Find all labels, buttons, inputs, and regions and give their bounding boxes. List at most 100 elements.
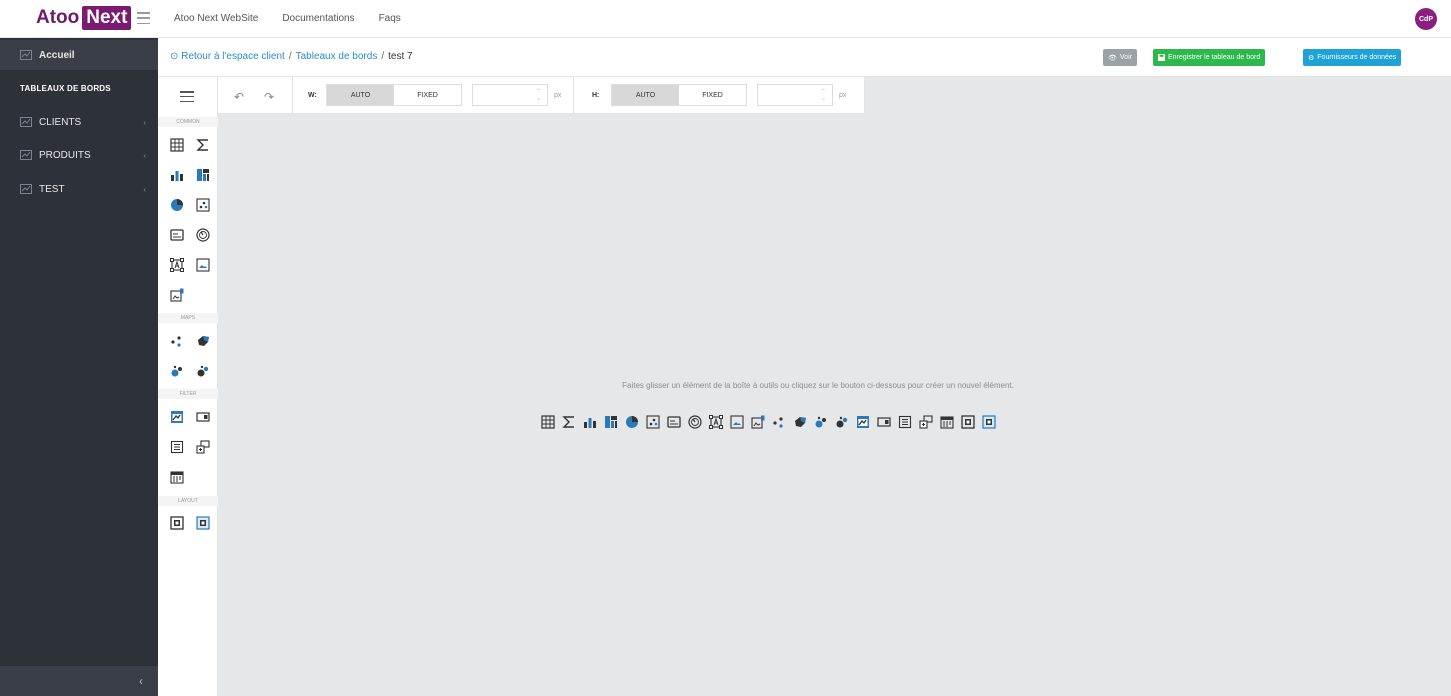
width-fixed-option[interactable]: FIXED	[394, 85, 461, 105]
toolbox-section-filter: FILTER	[158, 389, 218, 399]
sidebar-collapse-button[interactable]: ‹	[0, 666, 158, 696]
range-filter-icon[interactable]	[855, 414, 871, 430]
breadcrumb-back-link[interactable]: ⊙ Retour à l'espace client	[170, 51, 285, 62]
width-label: W:	[308, 92, 317, 99]
user-avatar[interactable]: CdP	[1415, 8, 1437, 30]
combo-box-icon[interactable]	[876, 414, 892, 430]
dashboard-icon	[20, 150, 33, 160]
bound-image-icon[interactable]	[750, 414, 766, 430]
data-providers-button[interactable]: ⚙ Fournisseurs de données	[1303, 49, 1402, 66]
breadcrumb-separator: /	[381, 51, 385, 62]
scatter-chart-icon[interactable]	[645, 414, 661, 430]
canvas-hint-text: Faites glisser un élément de la boîte à …	[622, 381, 1014, 390]
grid-icon[interactable]	[540, 414, 556, 430]
geo-point-map-icon[interactable]	[771, 414, 787, 430]
toolbox-menu-icon[interactable]	[180, 91, 194, 102]
save-dashboard-label: Enregistrer le tableau de bord	[1168, 54, 1261, 61]
top-nav-links: Atoo Next WebSite Documentations Faqs	[174, 13, 401, 24]
pie-chart-icon[interactable]	[624, 414, 640, 430]
width-unit: px	[554, 92, 562, 99]
choropleth-map-icon[interactable]	[195, 333, 211, 349]
bound-image-icon[interactable]	[169, 287, 185, 303]
grid-icon[interactable]	[169, 137, 185, 153]
breadcrumb-separator: /	[288, 51, 292, 62]
combo-box-icon[interactable]	[195, 409, 211, 425]
height-auto-option[interactable]: AUTO	[612, 85, 679, 105]
bubble-map-icon[interactable]	[169, 363, 185, 379]
tree-view-icon[interactable]	[195, 439, 211, 455]
range-filter-icon[interactable]	[169, 409, 185, 425]
width-input[interactable]: ⌃ ⌄	[472, 84, 548, 106]
height-mode-toggle: AUTO FIXED	[611, 84, 747, 106]
choropleth-map-icon[interactable]	[792, 414, 808, 430]
sidebar-item-label: PRODUITS	[39, 149, 91, 161]
scatter-chart-icon[interactable]	[195, 197, 211, 213]
spinner-icon[interactable]: ⌃ ⌄	[821, 89, 826, 103]
create-item-icon-row	[540, 414, 997, 430]
breadcrumb-dashboards-link[interactable]: Tableaux de bords	[296, 51, 378, 62]
sidebar-item-produits[interactable]: PRODUITS ‹	[0, 140, 158, 170]
treemap-icon[interactable]	[603, 414, 619, 430]
nav-link-documentations[interactable]: Documentations	[282, 13, 354, 24]
view-button-label: Voir	[1119, 54, 1132, 61]
chevron-left-icon: ‹	[139, 674, 143, 688]
dashboard-icon	[20, 50, 33, 60]
pie-map-icon[interactable]	[834, 414, 850, 430]
spinner-icon[interactable]: ⌃ ⌄	[536, 89, 541, 103]
toolbox-section-layout: LAYOUT	[158, 496, 218, 506]
chevron-left-icon: ‹	[143, 184, 146, 194]
undo-icon[interactable]: ↶	[234, 90, 244, 104]
list-box-icon[interactable]	[897, 414, 913, 430]
dashboard-canvas[interactable]: Faites glisser un élément de la boîte à …	[218, 114, 1451, 696]
dashboard-icon	[20, 117, 33, 127]
back-circle-icon: ⊙	[170, 51, 182, 62]
sidebar-item-clients[interactable]: CLIENTS ‹	[0, 107, 158, 137]
bubble-map-icon[interactable]	[813, 414, 829, 430]
height-fixed-option[interactable]: FIXED	[679, 85, 746, 105]
image-icon[interactable]	[729, 414, 745, 430]
view-button[interactable]: 👁 Voir	[1103, 49, 1137, 66]
bar-chart-icon[interactable]	[582, 414, 598, 430]
gauge-icon[interactable]	[687, 414, 703, 430]
dashboard-icon	[20, 184, 33, 194]
pie-chart-icon[interactable]	[169, 197, 185, 213]
brand-logo[interactable]: Atoo Next	[36, 6, 132, 30]
group-icon[interactable]	[960, 414, 976, 430]
tab-container-icon[interactable]	[981, 414, 997, 430]
bar-chart-icon[interactable]	[169, 167, 185, 183]
save-dashboard-button[interactable]: Enregistrer le tableau de bord	[1153, 49, 1266, 66]
nav-link-faqs[interactable]: Faqs	[379, 13, 401, 24]
group-icon[interactable]	[169, 515, 185, 531]
text-box-icon[interactable]	[708, 414, 724, 430]
redo-icon[interactable]: ↷	[264, 90, 274, 104]
sidebar-item-label: TEST	[39, 183, 65, 195]
pie-map-icon[interactable]	[195, 363, 211, 379]
toolbox-section-common: COMMON	[158, 117, 218, 127]
breadcrumb-back-label: Retour à l'espace client	[181, 51, 285, 62]
text-box-icon[interactable]	[169, 257, 185, 273]
sigma-icon[interactable]	[195, 137, 211, 153]
height-label: H:	[592, 92, 600, 99]
toolbox-section-maps: MAPS	[158, 313, 218, 323]
tab-container-icon[interactable]	[195, 515, 211, 531]
gauge-icon[interactable]	[195, 227, 211, 243]
logo-text-atoo: Atoo	[36, 7, 80, 28]
sigma-icon[interactable]	[561, 414, 577, 430]
list-box-icon[interactable]	[169, 439, 185, 455]
sidebar-item-test[interactable]: TEST ‹	[0, 174, 158, 204]
height-input[interactable]: ⌃ ⌄	[757, 84, 833, 106]
date-filter-icon[interactable]	[169, 469, 185, 485]
treemap-icon[interactable]	[195, 167, 211, 183]
card-icon[interactable]	[169, 227, 185, 243]
width-auto-option[interactable]: AUTO	[327, 85, 394, 105]
card-icon[interactable]	[666, 414, 682, 430]
sidebar: Accueil TABLEAUX DE BORDS CLIENTS ‹ PROD…	[0, 38, 158, 696]
chevron-left-icon: ‹	[143, 150, 146, 160]
date-filter-icon[interactable]	[939, 414, 955, 430]
menu-toggle-icon[interactable]	[137, 12, 150, 24]
tree-view-icon[interactable]	[918, 414, 934, 430]
geo-point-map-icon[interactable]	[169, 333, 185, 349]
nav-link-website[interactable]: Atoo Next WebSite	[174, 13, 258, 24]
image-icon[interactable]	[195, 257, 211, 273]
sidebar-item-accueil[interactable]: Accueil	[0, 40, 158, 70]
